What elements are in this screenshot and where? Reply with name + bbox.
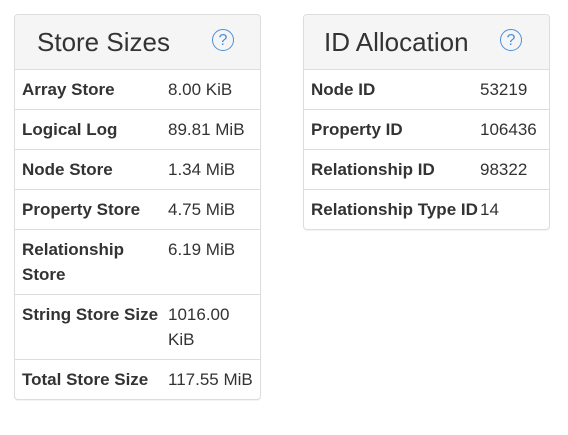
table-row: String Store Size 1016.00 KiB: [15, 294, 260, 360]
id-allocation-table: Node ID 53219 Property ID 106436 Relationshi…: [304, 70, 549, 229]
row-label: Relationship ID: [304, 149, 480, 190]
row-label: String Store Size: [15, 294, 168, 360]
row-value: 117.55 MiB: [168, 359, 260, 399]
row-label: Relationship Type ID: [304, 189, 480, 229]
table-row: Property ID 106436: [304, 109, 549, 150]
table-row: Array Store 8.00 KiB: [15, 70, 260, 110]
table-row: Relationship ID 98322: [304, 149, 549, 190]
row-value: 106436: [480, 109, 549, 150]
row-value: 89.81 MiB: [168, 109, 260, 150]
row-value: 1016.00 KiB: [168, 294, 260, 360]
row-label: Property Store: [15, 189, 168, 230]
table-row: Node Store 1.34 MiB: [15, 149, 260, 190]
table-row: Relationship Type ID 14: [304, 189, 549, 229]
table-row: Property Store 4.75 MiB: [15, 189, 260, 230]
row-label: Property ID: [304, 109, 480, 150]
row-value: 14: [480, 189, 549, 229]
help-icon[interactable]: ?: [212, 29, 234, 51]
store-sizes-table: Array Store 8.00 KiB Logical Log 89.81 MiB N…: [15, 70, 260, 399]
store-sizes-panel: Store Sizes ? Array Store 8.00 KiB Logical…: [14, 14, 261, 400]
row-label: Total Store Size: [15, 359, 168, 399]
row-value: 4.75 MiB: [168, 189, 260, 230]
table-row: Logical Log 89.81 MiB: [15, 109, 260, 150]
row-value: 53219: [480, 80, 528, 99]
row-label: Node Store: [15, 149, 168, 190]
table-row: Node ID 53219: [304, 70, 549, 110]
panel-title: Store Sizes: [37, 27, 170, 57]
row-value: 1.34 MiB: [168, 149, 260, 190]
panel-header: Store Sizes ?: [15, 15, 260, 70]
row-label: Array Store: [22, 80, 115, 99]
id-allocation-panel: ID Allocation ? Node ID 53219 Property ID 1…: [303, 14, 550, 230]
table-row: Relationship Store 6.19 MiB: [15, 229, 260, 295]
row-label: Logical Log: [15, 109, 168, 150]
row-label: Relationship Store: [15, 229, 168, 295]
row-value: 6.19 MiB: [168, 229, 260, 295]
panel-title: ID Allocation: [324, 27, 469, 57]
row-value: 8.00 KiB: [168, 80, 233, 99]
panel-header: ID Allocation ?: [304, 15, 549, 70]
row-label: Node ID: [311, 80, 376, 99]
table-row: Total Store Size 117.55 MiB: [15, 359, 260, 399]
row-value: 98322: [480, 149, 549, 190]
help-icon[interactable]: ?: [500, 29, 522, 51]
